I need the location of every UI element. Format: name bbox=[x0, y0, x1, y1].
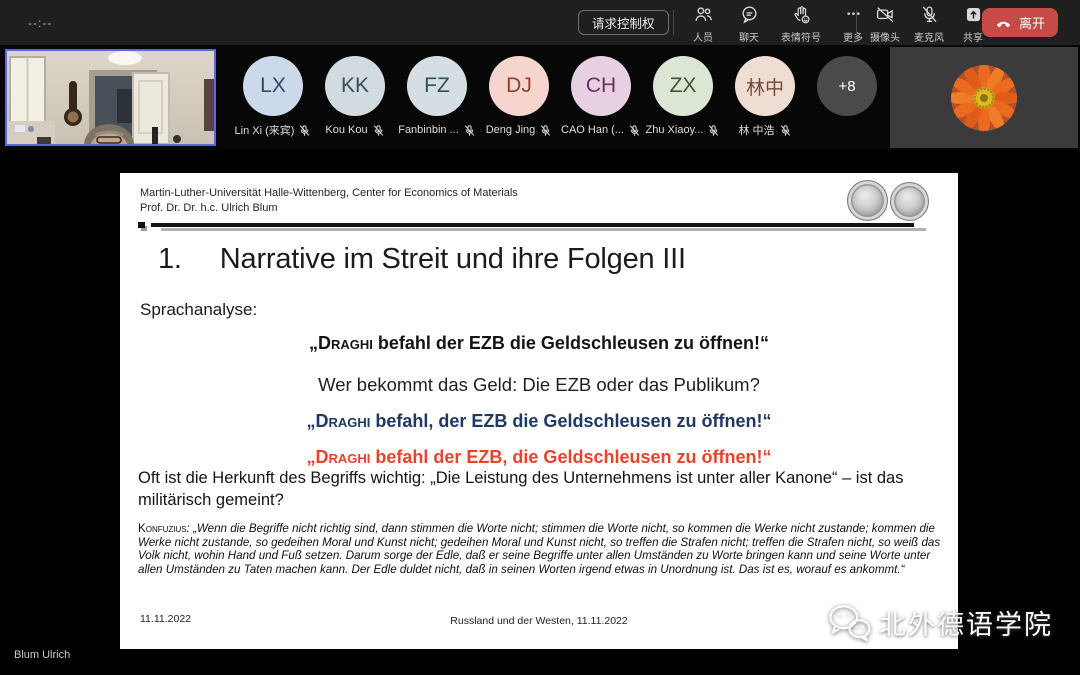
participant-name: Zhu Xiaoy... bbox=[646, 124, 704, 136]
avatar: LX bbox=[243, 56, 303, 116]
meeting-toolbar: --:-- 请求控制权 人员 聊天 表情符号 更多 摄像头 麦克风 bbox=[0, 0, 1080, 45]
no-video-participant-tile[interactable] bbox=[890, 47, 1078, 148]
share-icon bbox=[963, 4, 984, 28]
university-seal-coin bbox=[890, 182, 929, 221]
participants-icon bbox=[693, 4, 714, 28]
participant-name: 林 中浩 bbox=[738, 122, 774, 138]
slide-title-number: 1. bbox=[158, 243, 182, 276]
mic-muted-icon bbox=[298, 124, 311, 137]
flower-avatar bbox=[951, 65, 1017, 131]
mic-muted-icon bbox=[539, 124, 552, 137]
participant-tile[interactable]: FZ Fanbinbin ... bbox=[396, 56, 478, 150]
quote-blue: „Draghi befahl, der EZB die Geldschleuse… bbox=[120, 411, 958, 432]
participant-tile[interactable]: 林中 林 中浩 bbox=[724, 56, 806, 150]
konfuzius-quote: Konfuzius: „Wenn die Begriffe nicht rich… bbox=[138, 522, 946, 577]
participant-tile[interactable]: LX Lin Xi (来宾) bbox=[232, 56, 314, 150]
question-line: Wer bekommt das Geld: Die EZB oder das P… bbox=[120, 374, 958, 396]
mic-muted-icon bbox=[707, 124, 720, 137]
microphone-label: 麦克风 bbox=[914, 29, 944, 44]
more-button[interactable]: 更多 bbox=[836, 4, 870, 44]
phone-hangup-icon bbox=[995, 14, 1012, 31]
active-speaker-video-tile[interactable] bbox=[5, 49, 216, 146]
emoji-icon bbox=[791, 4, 812, 28]
participant-tile[interactable]: ZX Zhu Xiaoy... bbox=[642, 56, 724, 150]
participant-tile[interactable]: KK Kou Kou bbox=[314, 56, 396, 150]
mic-muted-icon bbox=[463, 124, 476, 137]
watermark-text: 北外德语学院 bbox=[879, 603, 1053, 642]
meeting-timer: --:-- bbox=[28, 16, 52, 30]
share-label: 共享 bbox=[963, 29, 983, 44]
slide-paragraph: Oft ist die Herkunft des Begriffs wichti… bbox=[138, 468, 946, 511]
slide-title: 1. Narrative im Streit und ihre Folgen I… bbox=[158, 243, 686, 276]
participants-label: 人员 bbox=[693, 29, 713, 44]
participant-name: Deng Jing bbox=[486, 124, 536, 136]
chat-button[interactable]: 聊天 bbox=[732, 4, 766, 44]
more-icon bbox=[843, 4, 864, 28]
participant-tile[interactable]: CH CAO Han (... bbox=[560, 56, 642, 150]
university-seal-coin bbox=[847, 180, 888, 221]
participant-name: Lin Xi (来宾) bbox=[235, 122, 295, 138]
shared-screen-area: Martin-Luther-Universität Halle-Wittenbe… bbox=[0, 150, 1080, 675]
avatar: DJ bbox=[489, 56, 549, 116]
sharer-name-label: Blum Ulrich bbox=[14, 649, 70, 661]
wechat-icon bbox=[826, 602, 872, 642]
watermark: 北外德语学院 bbox=[826, 602, 1053, 642]
presentation-slide: Martin-Luther-Universität Halle-Wittenbe… bbox=[120, 173, 958, 649]
slide-subtitle: Sprachanalyse: bbox=[140, 300, 257, 320]
avatar: FZ bbox=[407, 56, 467, 116]
participants-button[interactable]: 人员 bbox=[686, 4, 720, 44]
emoji-label: 表情符号 bbox=[781, 29, 821, 44]
participant-name: CAO Han (... bbox=[561, 124, 624, 136]
slide-header-line2: Prof. Dr. Dr. h.c. Ulrich Blum bbox=[140, 201, 518, 216]
slide-title-text: Narrative im Streit und ihre Folgen III bbox=[220, 243, 686, 276]
toolbar-divider bbox=[673, 10, 674, 35]
toolbar-divider bbox=[856, 10, 857, 35]
chat-label: 聊天 bbox=[739, 29, 759, 44]
camera-off-icon bbox=[875, 4, 896, 28]
camera-label: 摄像头 bbox=[870, 29, 900, 44]
mic-muted-icon bbox=[372, 124, 385, 137]
participant-name: Fanbinbin ... bbox=[398, 124, 459, 136]
leave-meeting-button[interactable]: 离开 bbox=[982, 8, 1058, 37]
chat-icon bbox=[739, 4, 760, 28]
microphone-button[interactable]: 麦克风 bbox=[912, 4, 946, 44]
mic-off-icon bbox=[919, 4, 940, 28]
request-control-button[interactable]: 请求控制权 bbox=[578, 10, 669, 35]
quote-black: „Draghi befahl der EZB die Geldschleusen… bbox=[120, 333, 958, 354]
slide-header: Martin-Luther-Universität Halle-Wittenbe… bbox=[140, 186, 518, 215]
participants-row: LX Lin Xi (来宾) KK Kou Kou FZ Fanbinbin .… bbox=[232, 45, 888, 150]
more-label: 更多 bbox=[843, 29, 863, 44]
slide-header-line1: Martin-Luther-Universität Halle-Wittenbe… bbox=[140, 186, 518, 201]
participant-overflow-tile[interactable]: +8 bbox=[806, 56, 888, 150]
camera-button[interactable]: 摄像头 bbox=[868, 4, 902, 44]
avatar: 林中 bbox=[735, 56, 795, 116]
konfuzius-name: Konfuzius bbox=[138, 522, 187, 535]
participant-name: Kou Kou bbox=[325, 124, 367, 136]
participant-tile[interactable]: DJ Deng Jing bbox=[478, 56, 560, 150]
webcam-room-scene bbox=[7, 51, 214, 144]
avatar: ZX bbox=[653, 56, 713, 116]
mic-muted-icon bbox=[779, 124, 792, 137]
emoji-button[interactable]: 表情符号 bbox=[778, 4, 824, 44]
leave-label: 离开 bbox=[1019, 13, 1045, 32]
mic-muted-icon bbox=[628, 124, 641, 137]
video-strip: LX Lin Xi (来宾) KK Kou Kou FZ Fanbinbin .… bbox=[0, 45, 1080, 150]
quote-red: „Draghi befahl der EZB, die Geldschleuse… bbox=[120, 447, 958, 468]
overflow-count-badge: +8 bbox=[817, 56, 877, 116]
slide-divider-rule bbox=[138, 222, 940, 232]
avatar: KK bbox=[325, 56, 385, 116]
avatar: CH bbox=[571, 56, 631, 116]
